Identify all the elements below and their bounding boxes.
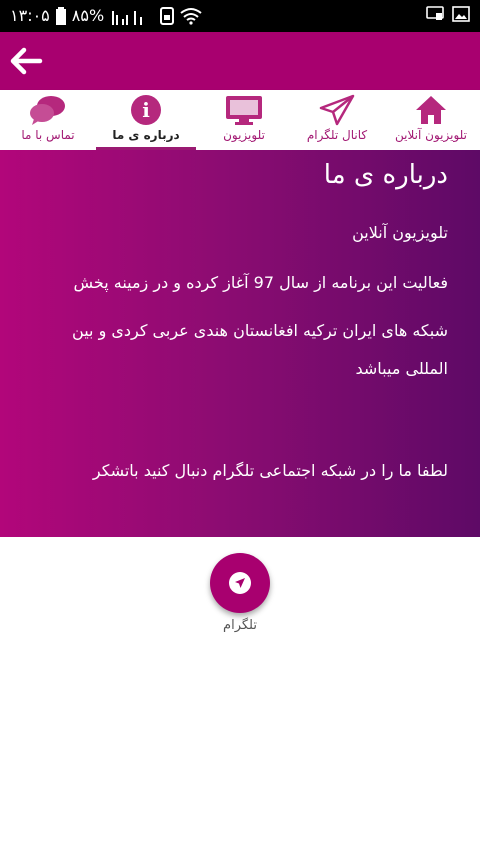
status-right [426,6,470,22]
battery-icon [55,6,66,25]
battery-percent: ۸۵% [71,6,105,25]
about-line-activity: فعالیت این برنامه از سال 97 آغاز کرده و … [73,273,448,292]
about-title: درباره ی ما [323,160,448,190]
status-time: ۱۳:۰۵ [10,6,50,25]
tab-contact-us-label: تماس با ما [21,128,75,142]
tab-tv-label: تلویزیون [223,128,265,142]
back-button[interactable] [6,44,46,78]
telegram-fab-label: تلگرام [223,618,257,633]
navigation-arrow-icon [235,578,245,588]
about-line-networks: شبکه های ایران ترکیه افغانستان هندی عربی… [72,321,448,378]
app-bar [0,32,480,90]
about-panel: درباره ی ما تلویزیون آنلاین فعالیت این ب… [0,150,480,537]
telegram-fab-button[interactable] [210,553,270,613]
tab-contact-us[interactable]: تماس با ما [0,90,96,150]
svg-text:i: i [142,98,150,122]
paper-plane-icon [319,94,355,126]
tab-about-us[interactable]: i درباره ی ما [96,90,196,150]
sim-icon [160,6,175,25]
fab-icon-circle [229,572,251,594]
info-icon: i [131,95,161,125]
tv-icon [226,96,262,125]
tab-about-us-label: درباره ی ما [112,128,180,142]
tab-tv[interactable]: تلویزیون [196,90,292,150]
status-left: ۱۳:۰۵ ۸۵% [10,6,202,25]
about-line-app-name: تلویزیون آنلاین [352,223,448,242]
about-line-follow: لطفا ما را در شبکه اجتماعی تلگرام دنبال … [92,461,448,480]
signal-icon [112,10,143,25]
image-icon [452,6,470,22]
tab-telegram-channel-label: کانال تلگرام [306,128,368,142]
tab-telegram-channel[interactable]: کانال تلگرام [292,90,382,150]
arrow-left-icon [10,47,43,75]
wifi-icon [180,7,202,25]
tab-online-tv[interactable]: تلویزیون آنلاین [382,90,480,150]
tab-online-tv-label: تلویزیون آنلاین [395,128,467,142]
chat-icon [30,96,65,125]
cast-icon [426,6,444,20]
home-icon [416,96,446,124]
tab-bar: تلویزیون آنلاین کانال تلگرام تلویزیون i … [0,90,480,150]
status-bar: ۱۳:۰۵ ۸۵% [0,0,480,32]
